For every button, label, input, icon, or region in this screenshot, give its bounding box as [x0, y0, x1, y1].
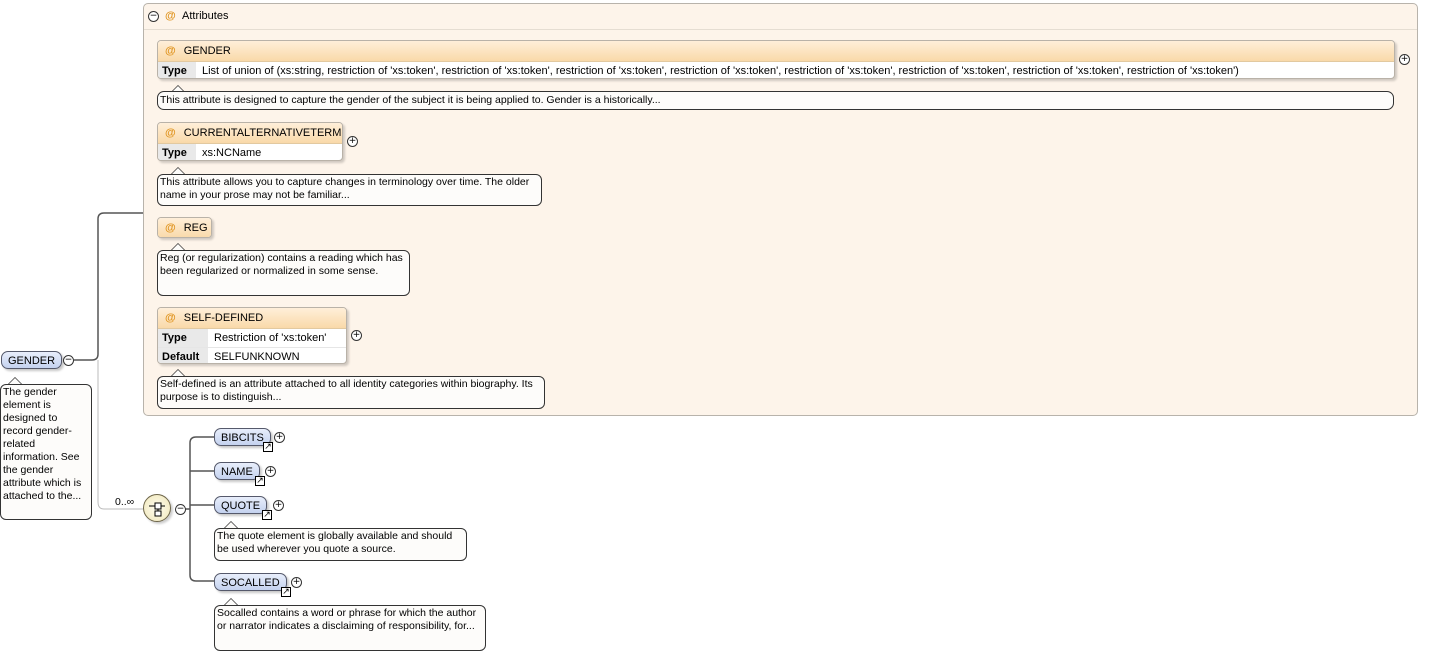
- attribute-type-key: Type: [158, 144, 196, 160]
- child-element-quote-doc: The quote element is globally available …: [214, 528, 467, 561]
- child-element-socalled-doc: Socalled contains a word or phrase for w…: [214, 605, 486, 651]
- attribute-name: SELF-DEFINED: [183, 312, 264, 324]
- expand-icon[interactable]: +: [274, 432, 285, 443]
- attribute-reg-doc: Reg (or regularization) contains a readi…: [157, 250, 410, 296]
- attribute-at-icon: @: [165, 222, 176, 234]
- attribute-at-icon: @: [165, 10, 176, 22]
- attribute-type-value: xs:NCName: [202, 147, 262, 159]
- attribute-currentalternativeterm[interactable]: @ CURRENTALTERNATIVETERM Type xs:NCName: [157, 122, 343, 161]
- doc-pointer: [224, 598, 238, 605]
- child-element-name[interactable]: NAME: [214, 462, 260, 480]
- collapse-icon[interactable]: −: [63, 355, 74, 366]
- attribute-at-icon: @: [165, 45, 176, 57]
- attribute-gender[interactable]: @ GENDER Type List of union of (xs:string…: [157, 40, 1395, 79]
- doc-pointer: [171, 369, 185, 376]
- collapse-icon[interactable]: −: [175, 504, 186, 515]
- attribute-reg[interactable]: @ REG: [157, 217, 212, 238]
- attribute-name: REG: [183, 222, 208, 234]
- expand-icon[interactable]: +: [291, 577, 302, 588]
- attribute-name: GENDER: [183, 45, 231, 57]
- attributes-group-title: Attributes: [182, 10, 229, 22]
- child-element-socalled[interactable]: SOCALLED: [214, 573, 287, 591]
- attribute-currentalternativeterm-doc: This attribute allows you to capture cha…: [157, 174, 542, 206]
- attribute-type-key: Type: [158, 329, 208, 347]
- choice-compositor-icon[interactable]: [143, 494, 171, 522]
- attribute-type-value: List of union of (xs:string, restriction…: [202, 65, 1239, 77]
- reference-arrow-icon: ↗: [255, 476, 265, 486]
- doc-pointer: [171, 167, 185, 174]
- reference-arrow-icon: ↗: [281, 587, 291, 597]
- root-element-gender[interactable]: GENDER: [1, 351, 63, 369]
- expand-icon[interactable]: +: [347, 136, 358, 147]
- attribute-type-value: Restriction of 'xs:token': [214, 332, 327, 344]
- attribute-type-key: Type: [158, 62, 196, 78]
- reference-arrow-icon: ↗: [262, 510, 272, 520]
- attribute-default-key: Default: [158, 348, 208, 363]
- attribute-default-value: SELFUNKNOWN: [214, 351, 300, 363]
- doc-pointer: [171, 243, 185, 250]
- reference-arrow-icon: ↗: [263, 442, 273, 452]
- expand-icon[interactable]: +: [273, 500, 284, 511]
- child-element-quote[interactable]: QUOTE: [214, 496, 268, 514]
- expand-icon[interactable]: +: [1399, 54, 1410, 65]
- attribute-at-icon: @: [165, 312, 176, 324]
- expand-icon[interactable]: +: [351, 330, 362, 341]
- root-element-doc: The gender element is designed to record…: [0, 384, 92, 520]
- occurrence-label: 0..∞: [115, 496, 135, 508]
- attribute-at-icon: @: [165, 127, 176, 139]
- expand-icon[interactable]: +: [265, 466, 276, 477]
- doc-pointer: [224, 521, 238, 528]
- attribute-name: CURRENTALTERNATIVETERM: [183, 127, 342, 139]
- attribute-gender-doc: This attribute is designed to capture th…: [157, 91, 1394, 110]
- attribute-self-defined-doc: Self-defined is an attribute attached to…: [157, 376, 545, 409]
- attributes-group-header: − @ Attributes: [144, 4, 1417, 30]
- doc-pointer: [8, 377, 22, 384]
- collapse-icon[interactable]: −: [148, 11, 159, 22]
- attribute-self-defined[interactable]: @ SELF-DEFINED Type Restriction of 'xs:to…: [157, 307, 347, 364]
